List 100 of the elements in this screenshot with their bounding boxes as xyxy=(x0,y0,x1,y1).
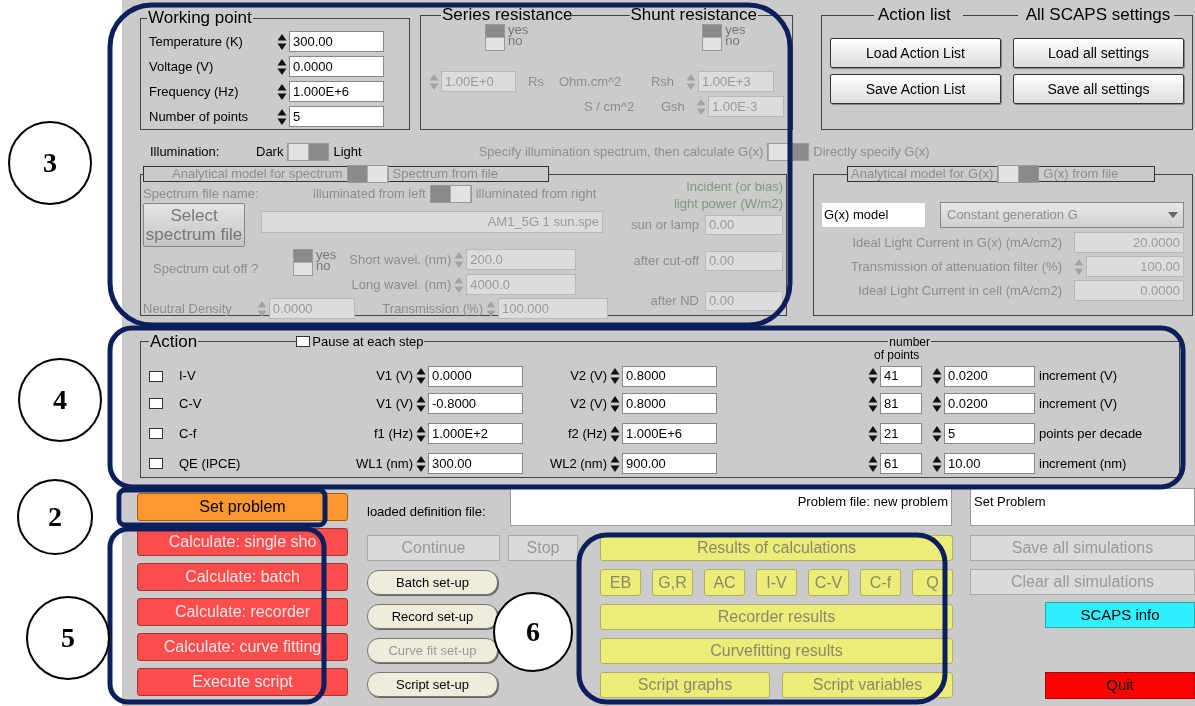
input-field[interactable]: 100.000 xyxy=(498,298,608,319)
label: Incident (or bias) xyxy=(686,178,783,195)
input-field[interactable]: 0.0000 xyxy=(289,56,384,77)
input-field[interactable]: 0.00 xyxy=(705,215,783,235)
quit-button[interactable]: Quit xyxy=(1045,672,1195,699)
spin-button[interactable] xyxy=(610,454,620,473)
spin-button[interactable] xyxy=(868,424,878,443)
input-field[interactable]: 5 xyxy=(944,423,1035,444)
input-field[interactable]: 0.0000 xyxy=(268,298,355,319)
checkbox[interactable] xyxy=(296,336,311,348)
spin-button[interactable] xyxy=(277,82,287,101)
input-field[interactable]: 0.8000 xyxy=(622,393,717,414)
input-field[interactable]: 1.00E+3 xyxy=(697,71,774,92)
label: points per decade xyxy=(1039,424,1143,443)
script-variables-button[interactable]: Script variables xyxy=(782,672,953,698)
spin-button[interactable] xyxy=(868,394,878,413)
toggle-switch[interactable] xyxy=(485,24,505,51)
toggle-switch[interactable] xyxy=(997,165,1040,183)
spin-button[interactable] xyxy=(277,32,287,51)
input-field[interactable]: 1.00E-3 xyxy=(708,96,784,117)
spin-button[interactable] xyxy=(868,454,878,473)
spin-button[interactable] xyxy=(610,367,620,385)
action-button[interactable]: Save all settings xyxy=(1013,74,1184,104)
input-field[interactable]: -0.8000 xyxy=(428,393,523,414)
input-field[interactable]: 0.00 xyxy=(705,291,783,311)
graph-button[interactable]: C-V xyxy=(808,569,849,596)
input-field[interactable]: 81 xyxy=(880,393,922,414)
input-field[interactable]: 300.00 xyxy=(428,453,523,474)
input-field[interactable]: 1.000E+6 xyxy=(289,81,384,102)
toggle-switch[interactable] xyxy=(346,165,389,183)
info-button[interactable]: SCAPS info xyxy=(1045,602,1195,628)
spin-button[interactable] xyxy=(610,394,620,413)
spin-button[interactable] xyxy=(277,107,287,126)
calculate-button[interactable]: Calculate: recorder xyxy=(137,598,348,626)
spin-button[interactable] xyxy=(932,454,942,473)
input-field[interactable]: 0.8000 xyxy=(622,365,717,387)
graph-button[interactable]: Q xyxy=(912,569,953,596)
input-field[interactable]: 0.0000 xyxy=(428,365,523,387)
action-button[interactable]: Save Action List xyxy=(830,74,1001,104)
setup-button[interactable]: Record set-up xyxy=(367,604,498,629)
input-field[interactable]: 0.00 xyxy=(705,251,783,271)
input-field[interactable]: 1.000E+2 xyxy=(428,423,523,444)
graph-button[interactable]: I-V xyxy=(756,569,797,596)
input-field[interactable]: 61 xyxy=(880,453,922,474)
spin-button[interactable] xyxy=(416,454,426,473)
file-field[interactable]: Problem file: new problem xyxy=(510,488,952,526)
checkbox[interactable] xyxy=(149,370,163,382)
spin-button[interactable] xyxy=(932,367,942,385)
input-field[interactable]: 41 xyxy=(880,365,922,387)
toggle-switch[interactable] xyxy=(767,143,810,161)
input-field[interactable]: 1.000E+6 xyxy=(622,423,717,444)
graph-button[interactable]: G,R xyxy=(652,569,693,596)
action-button[interactable]: Load Action List xyxy=(830,38,1001,68)
calculate-button[interactable]: Calculate: curve fitting xyxy=(137,633,348,661)
input-field[interactable]: 300.00 xyxy=(289,31,384,52)
input-field[interactable]: 4000.0 xyxy=(466,274,577,295)
set-problem-button[interactable]: Set problem xyxy=(137,493,348,521)
checkbox[interactable] xyxy=(149,428,163,439)
spin-button[interactable] xyxy=(416,394,426,413)
select-file-button[interactable]: Select spectrum file xyxy=(143,203,245,247)
input-field[interactable]: AM1_5G 1 sun.spe xyxy=(261,211,603,233)
input-field[interactable]: 0.0000 xyxy=(1074,280,1184,301)
label: f2 (Hz) xyxy=(567,424,608,443)
checkbox[interactable] xyxy=(149,398,163,409)
setup-button[interactable]: Batch set-up xyxy=(367,570,498,595)
spin-button[interactable] xyxy=(486,299,496,318)
graph-button[interactable]: EB xyxy=(600,569,641,596)
input-field[interactable]: 0.0200 xyxy=(944,365,1035,387)
curvefitting-results-button[interactable]: Curvefitting results xyxy=(600,638,953,664)
recorder-results-button[interactable]: Recorder results xyxy=(600,604,953,630)
setup-button[interactable]: Script set-up xyxy=(367,672,498,697)
spin-button[interactable] xyxy=(277,57,287,76)
spin-button[interactable] xyxy=(610,424,620,443)
input-field[interactable]: 20.0000 xyxy=(1074,232,1184,253)
graph-button[interactable]: C-f xyxy=(860,569,901,596)
graph-button[interactable]: AC xyxy=(704,569,745,596)
input-field[interactable]: 200.0 xyxy=(466,249,577,270)
action-button[interactable]: Load all settings xyxy=(1013,38,1184,68)
calculate-button[interactable]: Execute script xyxy=(137,668,348,696)
model-dropdown[interactable]: Constant generation G xyxy=(940,202,1184,228)
spin-button[interactable] xyxy=(932,424,942,443)
input-field[interactable]: 0.0200 xyxy=(944,393,1035,414)
spin-button[interactable] xyxy=(416,367,426,385)
input-field[interactable]: 5 xyxy=(289,106,384,127)
toggle-switch[interactable] xyxy=(287,143,330,161)
toggle-switch[interactable] xyxy=(429,185,472,203)
toggle-switch[interactable] xyxy=(293,249,313,276)
spin-button[interactable] xyxy=(932,394,942,413)
input-field[interactable]: 21 xyxy=(880,423,922,444)
calculate-button[interactable]: Calculate: batch xyxy=(137,563,348,591)
toggle-switch[interactable] xyxy=(702,24,723,51)
script-graphs-button[interactable]: Script graphs xyxy=(600,672,770,698)
input-field[interactable]: 10.00 xyxy=(944,453,1035,474)
checkbox[interactable] xyxy=(149,458,163,469)
input-field[interactable]: 900.00 xyxy=(622,453,717,474)
input-field[interactable]: 100.00 xyxy=(1086,256,1184,277)
input-field[interactable]: 1.00E+0 xyxy=(441,71,516,92)
spin-button[interactable] xyxy=(868,367,878,385)
label: after cut-off xyxy=(633,252,700,271)
spin-button[interactable] xyxy=(416,424,426,443)
